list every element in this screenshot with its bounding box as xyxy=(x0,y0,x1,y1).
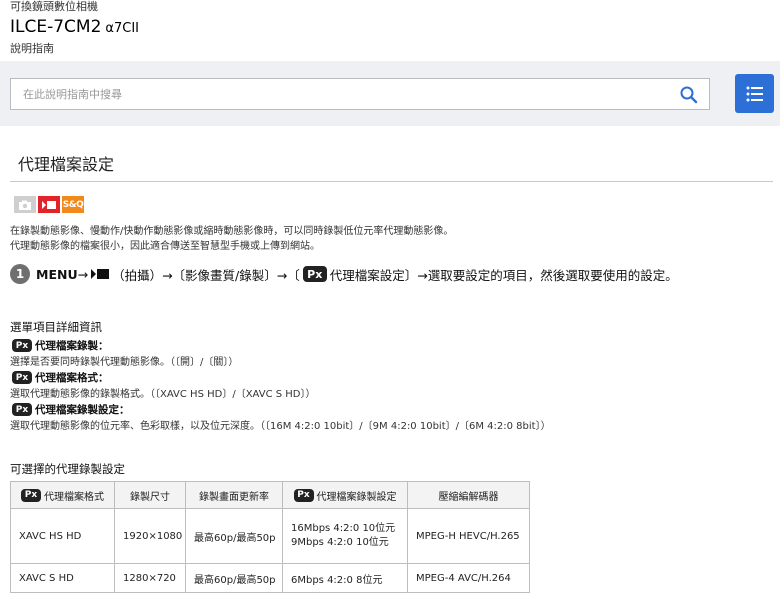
proxy-icon: Px xyxy=(293,488,314,502)
table-cell: 最高60p/最高50p xyxy=(185,508,283,564)
description: 在錄製動態影像、慢動作/快動作動態影像或縮時動態影像時，可以同時錄製低位元率代理… xyxy=(10,224,453,254)
step-number: 1 xyxy=(10,264,30,284)
proxy-icon: Px xyxy=(21,488,41,502)
model-alpha: α7CII xyxy=(105,21,139,36)
detail-item-desc: 選擇是否要同時錄製代理動態影像。（〔開〕/〔關〕） xyxy=(10,357,239,368)
model-name: ILCE-7CM2 α7CII xyxy=(10,16,139,40)
proxy-icon: Px xyxy=(12,371,32,384)
header: 可換鏡頭數位相機 ILCE-7CM2 α7CII 說明指南 xyxy=(10,0,139,56)
model-number: ILCE-7CM2 xyxy=(10,17,102,37)
table-row: XAVC S HD 1280×720 最高60p/最高50p 6Mbps 4:2… xyxy=(10,563,530,593)
table-row: XAVC HS HD 1920×1080 最高60p/最高50p 16Mbps … xyxy=(10,508,530,564)
setting-line: 16Mbps 4:2:0 10位元 xyxy=(291,523,396,534)
step-1: 1 MENU → （拍攝）→〔影像畫質/錄製〕→〔 Px 代理檔案設定〕→選取要… xyxy=(10,264,678,284)
detail-item-desc: 選取代理動態影像的錄製格式。（〔XAVC HS HD〕/〔XAVC S HD〕） xyxy=(10,389,316,400)
proxy-icon: Px xyxy=(302,266,327,282)
page-title: 代理檔案設定 xyxy=(18,155,115,174)
setting-line: 9Mbps 4:2:0 10位元 xyxy=(291,537,389,548)
table-cell: MPEG-4 AVC/H.264 xyxy=(407,563,530,593)
proxy-icon: Px xyxy=(12,403,32,416)
step-text: 代理檔案設定〕→選取要設定的項目，然後選取要使用的設定。 xyxy=(329,267,678,283)
detail-item-label: 代理檔案錄製設定： xyxy=(35,404,130,416)
sq-mode-icon: S&Q xyxy=(62,196,84,213)
detail-item-label: 代理檔案格式： xyxy=(35,372,109,384)
search-icon[interactable] xyxy=(679,85,699,105)
description-line: 代理動態影像的檔案很小，因此適合傳送至智慧型手機或上傳到網站。 xyxy=(10,241,320,252)
table-cell: MPEG-H HEVC/H.265 xyxy=(407,508,530,564)
list-menu-icon[interactable] xyxy=(735,74,774,113)
column-header: 錄製尺寸 xyxy=(114,481,186,509)
search-box xyxy=(10,78,710,110)
menu-details-title: 選單項目詳細資訊 xyxy=(10,320,102,334)
description-line: 在錄製動態影像、慢動作/快動作動態影像或縮時動態影像時，可以同時錄製低位元率代理… xyxy=(10,226,454,237)
photo-mode-icon xyxy=(14,196,36,213)
detail-item-heading: Px 代理檔案錄製設定： xyxy=(12,402,130,417)
detail-item-heading: Px 代理檔案錄製： xyxy=(12,338,109,353)
column-header: 錄製畫面更新率 xyxy=(185,481,283,509)
step-text: （拍攝）→〔影像畫質/錄製〕→〔 xyxy=(112,267,300,283)
column-header: Px 代理檔案錄製設定 xyxy=(282,481,408,509)
detail-item-heading: Px 代理檔案格式： xyxy=(12,370,109,385)
table-cell: 1920×1080 xyxy=(114,508,186,564)
movie-mode-icon xyxy=(38,196,60,213)
mode-icons: S&Q xyxy=(14,196,84,213)
search-input[interactable] xyxy=(11,79,651,109)
proxy-icon: Px xyxy=(12,339,32,352)
column-header: Px 代理檔案格式 xyxy=(10,481,115,509)
title-divider xyxy=(10,181,773,182)
product-category: 可換鏡頭數位相機 xyxy=(10,0,98,13)
table-cell: XAVC HS HD xyxy=(10,508,115,564)
help-guide-label: 說明指南 xyxy=(10,42,54,55)
table-title: 可選擇的代理錄製設定 xyxy=(10,462,125,476)
column-header-label: 代理檔案錄製設定 xyxy=(316,491,397,503)
table-header-row: Px 代理檔案格式 錄製尺寸 錄製畫面更新率 Px 代理檔案錄製設定 壓縮編解碼器 xyxy=(10,481,530,509)
search-band xyxy=(0,61,780,126)
proxy-settings-table: Px 代理檔案格式 錄製尺寸 錄製畫面更新率 Px 代理檔案錄製設定 壓縮編解碼器 … xyxy=(10,481,530,593)
table-cell: XAVC S HD xyxy=(10,563,115,593)
detail-item-desc: 選取代理動態影像的位元率、色彩取樣，以及位元深度。（〔16M 4:2:0 10b… xyxy=(10,421,551,432)
table-cell: 6Mbps 4:2:0 8位元 xyxy=(282,563,408,593)
menu-key-label: MENU xyxy=(36,266,78,282)
column-header-label: 代理檔案格式 xyxy=(44,491,104,503)
table-cell: 最高60p/最高50p xyxy=(185,563,283,593)
movie-camera-icon xyxy=(90,268,110,280)
table-cell: 16Mbps 4:2:0 10位元 9Mbps 4:2:0 10位元 xyxy=(282,508,408,564)
table-cell: 1280×720 xyxy=(114,563,186,593)
column-header: 壓縮編解碼器 xyxy=(407,481,530,509)
detail-item-label: 代理檔案錄製： xyxy=(35,340,109,352)
step-arrow: → xyxy=(77,266,89,282)
